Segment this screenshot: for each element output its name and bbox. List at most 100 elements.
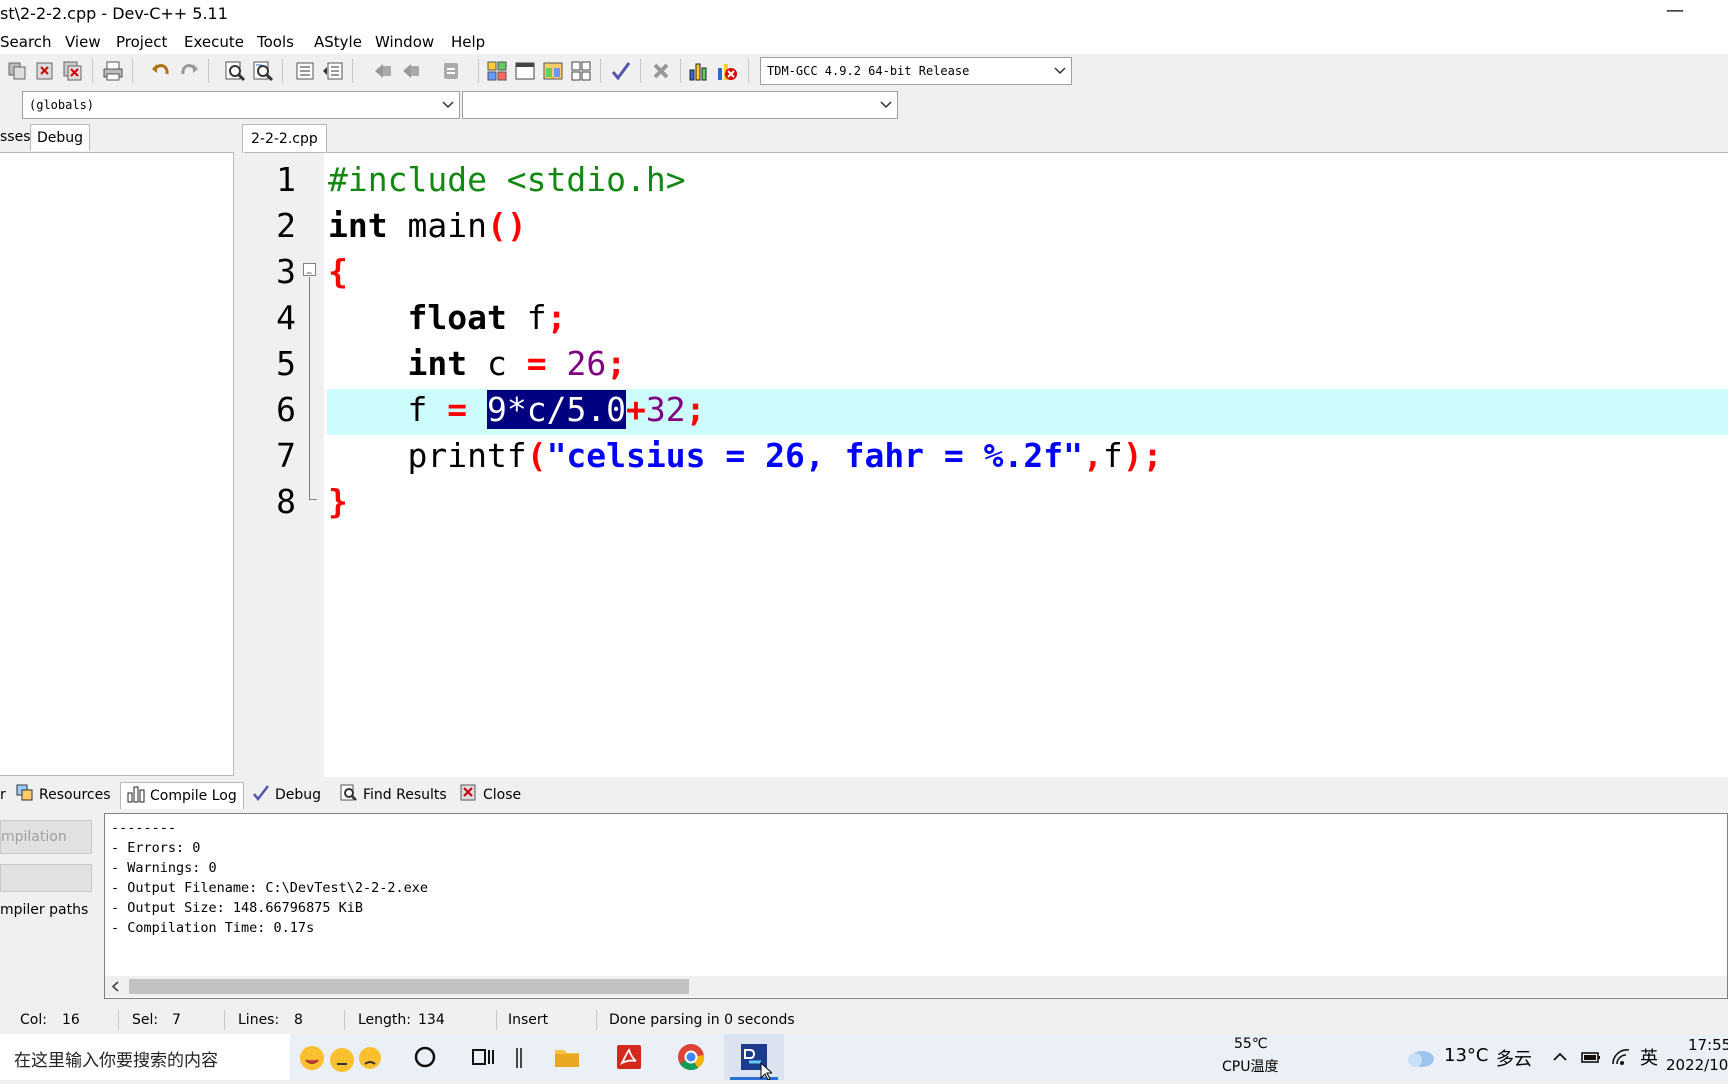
menu-window[interactable]: Window: [375, 30, 434, 54]
menu-tools[interactable]: Tools: [257, 30, 294, 54]
forward-icon[interactable]: [400, 60, 422, 82]
clock-date[interactable]: 2022/10: [1666, 1056, 1728, 1074]
tab-compile-log-label: Compile Log: [150, 788, 237, 804]
unindent-icon[interactable]: [322, 60, 344, 82]
code-line-4: float f;: [407, 298, 567, 337]
wifi-icon[interactable]: [1610, 1046, 1632, 1068]
check-icon[interactable]: [610, 60, 632, 82]
close-file-icon[interactable]: [34, 60, 56, 82]
cpu-temp: 55℃: [1234, 1036, 1268, 1052]
compiler-paths-label[interactable]: mpiler paths: [0, 902, 88, 918]
tab-classes[interactable]: sses: [0, 124, 31, 150]
minimize-button[interactable]: —: [1664, 0, 1686, 28]
fold-line: [309, 277, 310, 499]
chevron-down-icon: [879, 92, 893, 118]
tab-debug[interactable]: Debug: [30, 124, 91, 151]
status-bar: Col: 16 Sel: 7 Lines: 8 Length: 134 Inse…: [0, 1006, 1728, 1034]
window-icon[interactable]: [514, 60, 536, 82]
taskbar-search[interactable]: 在这里输入你要搜索的内容: [0, 1034, 290, 1080]
weather-temp[interactable]: 13°C: [1444, 1045, 1488, 1066]
tab-find-results[interactable]: Find Results: [340, 782, 447, 808]
tab-compile-log[interactable]: Compile Log: [120, 782, 244, 809]
chrome-icon[interactable]: [676, 1042, 706, 1072]
code-line-1: #include <stdio.h>: [328, 160, 686, 199]
tab-find-results-label: Find Results: [363, 787, 447, 803]
abort-compilation-button[interactable]: mpilation: [0, 820, 92, 854]
functions-select[interactable]: [462, 91, 898, 119]
chevron-up-icon[interactable]: [1552, 1048, 1568, 1066]
weather-desc[interactable]: 多云: [1496, 1045, 1532, 1071]
redo-icon[interactable]: [178, 60, 200, 82]
check-icon: [252, 784, 270, 802]
clock-time[interactable]: 17:55: [1688, 1036, 1728, 1054]
class-icon[interactable]: [542, 60, 564, 82]
menu-search[interactable]: Search: [0, 30, 52, 54]
toolbar: TDM-GCC 4.9.2 64-bit Release: [0, 54, 1728, 88]
horizontal-scrollbar[interactable]: [105, 976, 1727, 997]
log-line: --------: [111, 820, 177, 836]
scroll-left-icon[interactable]: [109, 979, 123, 994]
tab-compiler[interactable]: r: [0, 782, 6, 808]
divider-icon: [514, 1042, 524, 1072]
close-icon: [460, 784, 478, 802]
menu-view[interactable]: View: [65, 30, 101, 54]
weather-cloud-icon[interactable]: [1404, 1044, 1436, 1070]
ime-indicator[interactable]: 英: [1640, 1044, 1658, 1070]
cpu-temp-label: CPU温度: [1222, 1059, 1279, 1075]
menu-project[interactable]: Project: [116, 30, 167, 54]
file-explorer-icon[interactable]: [552, 1042, 582, 1072]
status-col-label: Col:: [20, 1012, 47, 1028]
line-number: 6: [276, 390, 296, 429]
chart-icon[interactable]: [688, 60, 710, 82]
status-message: Done parsing in 0 seconds: [609, 1012, 795, 1028]
code-line-2: int main(): [328, 206, 527, 245]
chevron-down-icon: [441, 92, 455, 118]
grid-icon[interactable]: [570, 60, 592, 82]
cortana-icon[interactable]: [410, 1042, 440, 1072]
x-icon[interactable]: [650, 60, 672, 82]
tab-2-2-2-cpp[interactable]: 2-2-2.cpp: [242, 124, 327, 153]
menu-help[interactable]: Help: [451, 30, 485, 54]
undo-icon[interactable]: [150, 60, 172, 82]
line-number-gutter: 1 2 3 4 5 6 7 8: [244, 153, 324, 777]
status-mode: Insert: [508, 1012, 549, 1028]
devcpp-taskbar-button[interactable]: [724, 1034, 784, 1080]
print-icon[interactable]: [102, 60, 124, 82]
code-line-8: }: [328, 482, 348, 521]
globals-select[interactable]: (globals): [22, 91, 460, 119]
battery-icon[interactable]: [1580, 1048, 1602, 1066]
menu-execute[interactable]: Execute: [184, 30, 244, 54]
stop-icon[interactable]: [716, 60, 738, 82]
scope-bar: (globals): [0, 88, 1728, 122]
log-line: - Output Size: 148.66796875 KiB: [111, 900, 363, 916]
find-icon[interactable]: [224, 60, 246, 82]
menu-astyle[interactable]: AStyle: [314, 30, 362, 54]
fold-toggle-icon[interactable]: [303, 263, 316, 276]
scrollbar-thumb[interactable]: [129, 979, 689, 994]
tab-close[interactable]: Close: [460, 782, 521, 808]
status-lines: 8: [294, 1012, 303, 1028]
globals-select-value: (globals): [29, 98, 95, 112]
bookmark-icon[interactable]: [440, 60, 462, 82]
line-number: 4: [276, 298, 296, 337]
code-editor[interactable]: 1 2 3 4 5 6 7 8 #include <stdio.h> int m…: [244, 152, 1728, 777]
replace-icon[interactable]: [252, 60, 274, 82]
close-all-icon[interactable]: [62, 60, 84, 82]
compile-controls: mpilation mpiler paths: [0, 812, 104, 998]
compiler-select[interactable]: TDM-GCC 4.9.2 64-bit Release: [760, 57, 1072, 85]
shorten-paths-button[interactable]: [0, 864, 92, 892]
tab-resources[interactable]: Resources: [16, 782, 111, 808]
editor-tabs: 2-2-2.cpp: [242, 124, 1728, 153]
copy-icon[interactable]: [6, 60, 28, 82]
new-project-icon[interactable]: [486, 60, 508, 82]
indent-icon[interactable]: [294, 60, 316, 82]
task-view-icon[interactable]: [468, 1042, 498, 1072]
pdf-reader-icon[interactable]: [614, 1042, 644, 1072]
compile-log[interactable]: -------- - Errors: 0 - Warnings: 0 - Out…: [104, 813, 1728, 999]
line-number: 1: [276, 160, 296, 199]
back-icon[interactable]: [372, 60, 394, 82]
tab-debug-bottom[interactable]: Debug: [252, 782, 321, 808]
log-line: - Errors: 0: [111, 840, 201, 856]
status-length: 134: [418, 1012, 445, 1028]
emoji-icon[interactable]: [296, 1040, 382, 1074]
